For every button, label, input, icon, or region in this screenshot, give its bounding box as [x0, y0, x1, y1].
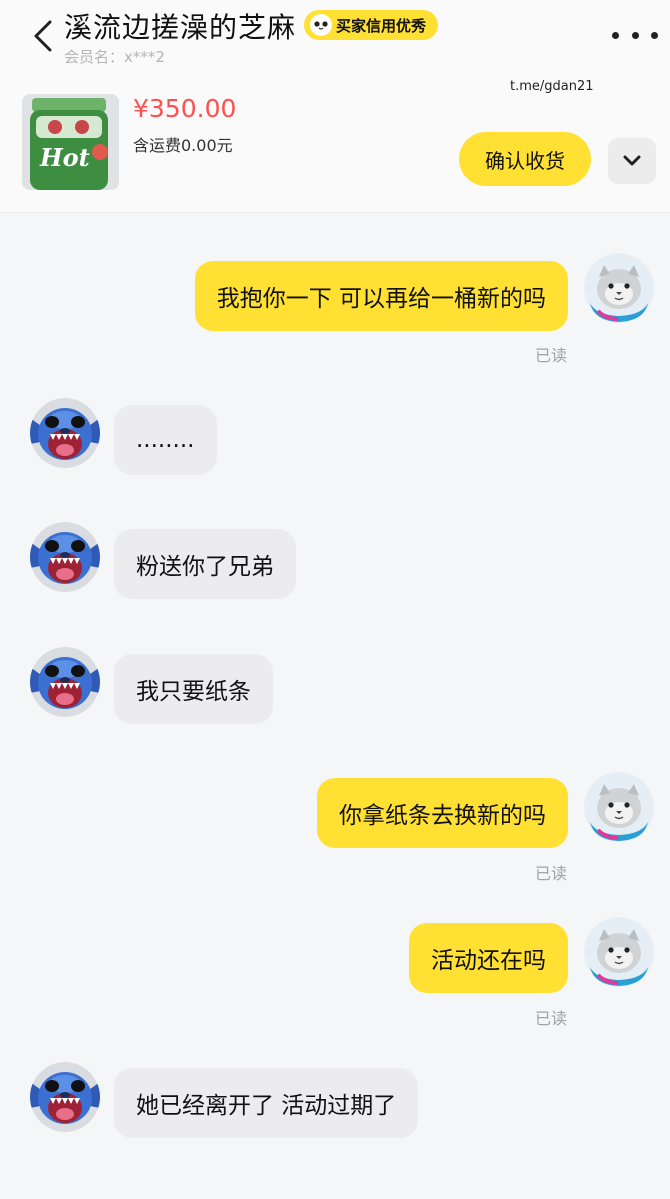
product-image[interactable]: Hot	[22, 94, 119, 190]
panda-face-icon	[310, 14, 332, 36]
back-button[interactable]	[26, 14, 60, 58]
message-bubble-incoming[interactable]: 我只要纸条	[114, 654, 273, 724]
self-avatar[interactable]	[584, 917, 654, 987]
chat-header: 溪流边搓澡的芝麻 买家信用优秀 会员名：x***2 t.me/gdan21 Ho…	[0, 0, 670, 213]
watermark-text: t.me/gdan21	[510, 79, 594, 94]
credit-badge: 买家信用优秀	[304, 10, 438, 40]
confirm-receipt-button[interactable]: 确认收货	[459, 132, 591, 186]
message-bubble-outgoing[interactable]: 活动还在吗	[409, 923, 568, 993]
product-price: ¥350.00	[133, 94, 237, 123]
peer-avatar[interactable]	[30, 522, 100, 592]
member-name: 会员名：x***2	[64, 46, 165, 67]
member-label: 会员名：	[64, 48, 125, 66]
badge-label: 买家信用优秀	[336, 16, 427, 35]
message-bubble-incoming[interactable]: 粉送你了兄弟	[114, 529, 296, 599]
peer-avatar[interactable]	[30, 398, 100, 468]
member-value: x***2	[124, 48, 165, 66]
chevron-down-icon	[623, 155, 641, 166]
read-status: 已读	[535, 346, 568, 365]
message-bubble-outgoing[interactable]: 我抱你一下 可以再给一桶新的吗	[194, 261, 568, 331]
read-status: 已读	[535, 1009, 568, 1028]
chevron-left-icon	[34, 20, 52, 52]
read-status: 已读	[535, 864, 568, 883]
expand-button[interactable]	[608, 138, 656, 184]
peer-avatar[interactable]	[30, 647, 100, 717]
message-bubble-incoming[interactable]: 她已经离开了 活动过期了	[114, 1068, 419, 1138]
peer-avatar[interactable]	[30, 1062, 100, 1132]
more-dot	[612, 31, 619, 39]
self-avatar[interactable]	[584, 772, 654, 842]
self-avatar[interactable]	[584, 253, 654, 323]
more-dot	[651, 31, 658, 39]
message-bubble-incoming[interactable]: ........	[114, 405, 217, 475]
chat-title: 溪流边搓澡的芝麻	[64, 11, 297, 44]
product-image-text: Hot	[39, 143, 90, 172]
message-bubble-outgoing[interactable]: 你拿纸条去换新的吗	[317, 778, 568, 848]
more-dot	[631, 31, 639, 39]
shipping-info: 含运费0.00元	[133, 136, 233, 155]
more-button[interactable]	[612, 20, 658, 50]
